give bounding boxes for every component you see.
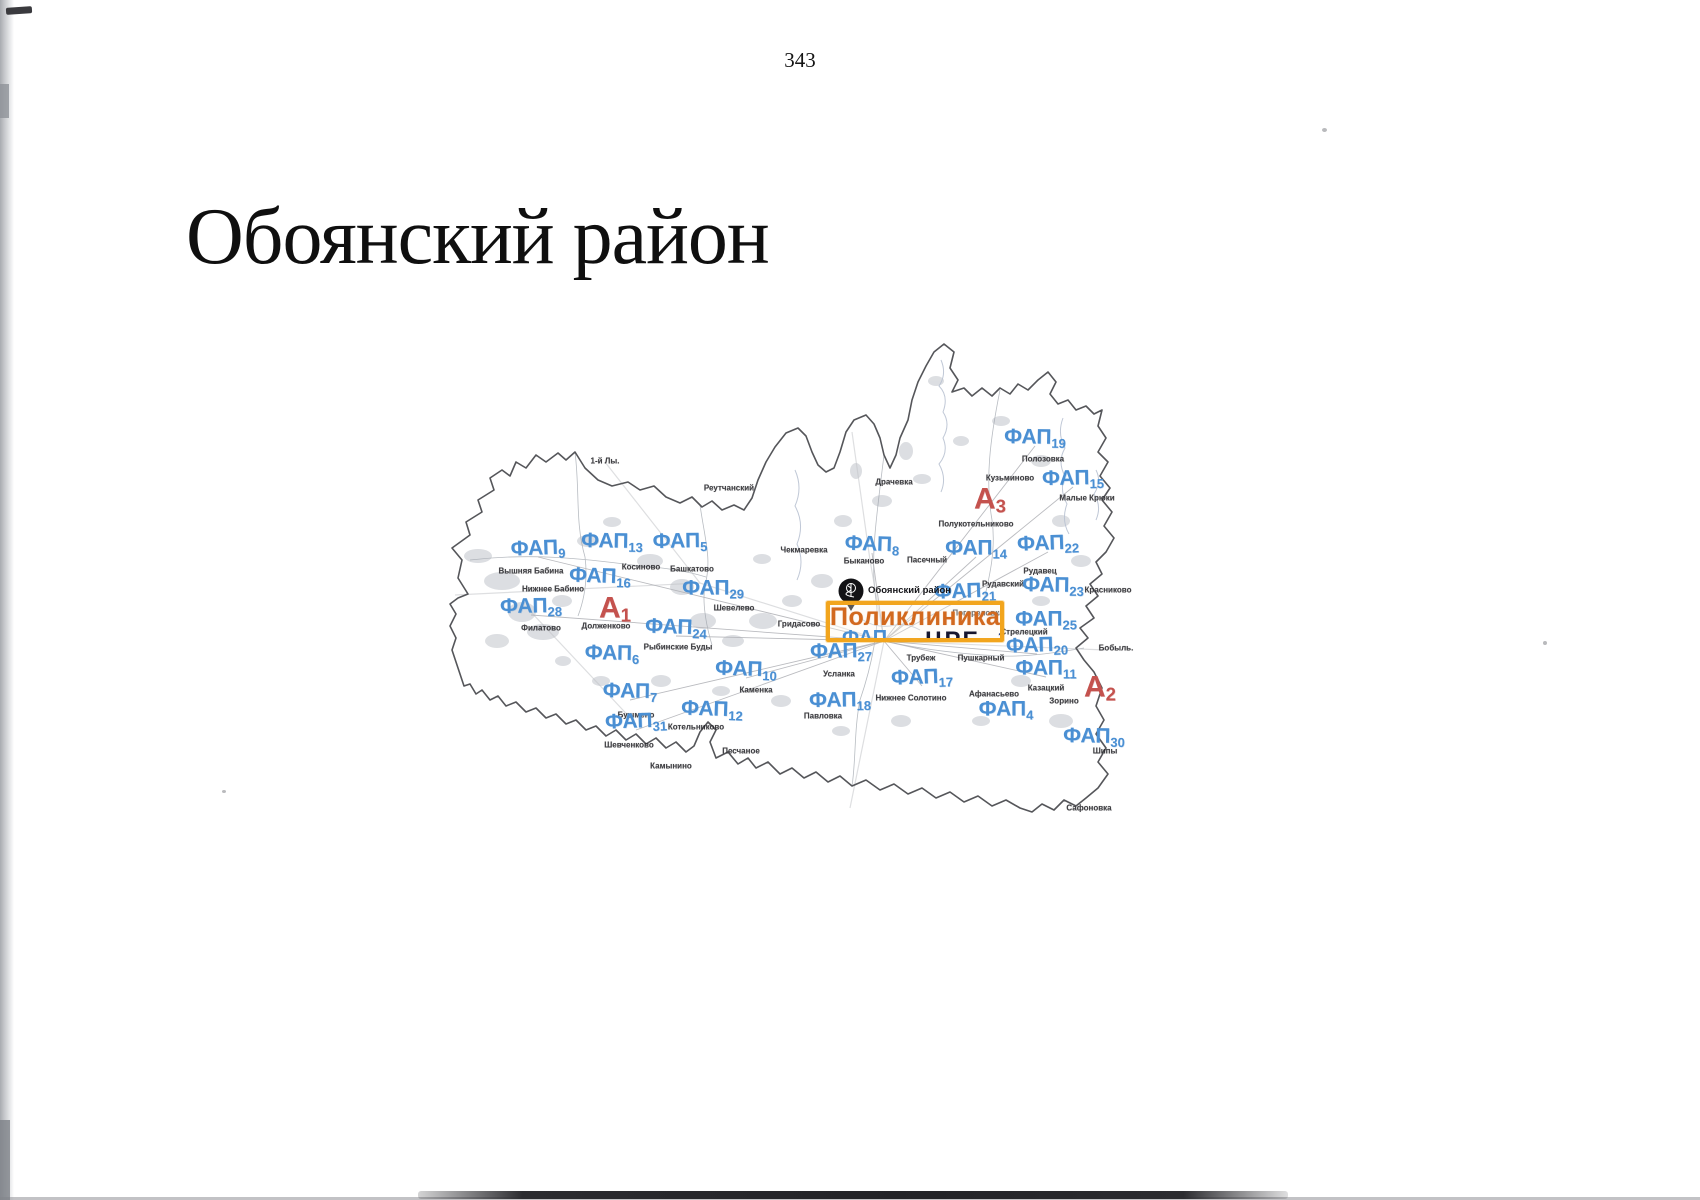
fap-label-24: ФАП24 xyxy=(645,614,708,641)
fap-label-30: ФАП30 xyxy=(1063,724,1125,750)
placename-12: Башкатово xyxy=(670,565,714,574)
ambulatory-label-2: А2 xyxy=(1084,671,1116,706)
placename-29: Казацкий xyxy=(1028,684,1065,693)
fap-label-27: ФАП27 xyxy=(810,639,872,665)
placename-0: 1-й Лы. xyxy=(591,457,620,466)
fap-label-18: ФАП18 xyxy=(809,688,871,714)
scan-speck xyxy=(1322,128,1327,132)
fap-label-29: ФАП29 xyxy=(682,577,744,602)
placename-32: Зорино xyxy=(1049,697,1078,706)
scan-bottom-smear xyxy=(418,1191,1288,1199)
placename-26: Пушкарный xyxy=(958,654,1005,663)
placename-22: Рыбинские Буды xyxy=(644,643,713,652)
polyclinic-clipped-row: ФАП26 ЦРБ 16 xyxy=(830,627,1000,642)
placename-25: Трубеж xyxy=(907,654,936,663)
scan-edge-mark-top xyxy=(0,84,9,118)
fap-label-16: ФАП16 xyxy=(569,563,632,590)
fap-label-12: ФАП12 xyxy=(681,696,744,723)
fap-label-26: ФАП26 xyxy=(842,627,901,642)
placename-28: Каменка xyxy=(739,686,772,695)
fap-label-28: ФАП28 xyxy=(500,594,562,620)
placename-6: Полукотельниково xyxy=(938,520,1013,529)
page-number: 343 xyxy=(760,48,840,73)
placename-1: Реутчанский xyxy=(704,484,754,493)
district-map: 1-й Лы. Реутчанский Драчевка Полозовка Кузьм… xyxy=(430,315,1140,820)
scan-corner-mark xyxy=(6,6,32,15)
fap-label-17: ФАП17 xyxy=(891,664,954,691)
placename-9: Пасечный xyxy=(907,556,947,565)
placename-37: Песчаное xyxy=(722,747,760,756)
fap-label-25: ФАП25 xyxy=(1015,608,1077,633)
ambulatory-label-1: А1 xyxy=(599,592,631,627)
fap-label-6: ФАП6 xyxy=(584,641,639,667)
placename-16: Красниково xyxy=(1085,586,1132,595)
ambulatory-label-3: А3 xyxy=(974,483,1006,518)
map-labels-layer: 1-й Лы. Реутчанский Драчевка Полозовка Кузьм… xyxy=(430,315,1140,820)
placename-7: Чекмаревка xyxy=(780,546,827,555)
scan-edge-mark-bottom xyxy=(0,1120,10,1200)
fap-label-10: ФАП10 xyxy=(715,656,778,683)
placename-31: Нижнее Солотино xyxy=(875,694,946,703)
placename-24: Бобыль. xyxy=(1099,644,1134,653)
fap-label-22: ФАП22 xyxy=(1017,530,1080,557)
fap-label-9: ФАП9 xyxy=(510,536,565,563)
placename-4: Кузьминово xyxy=(986,474,1034,483)
scanned-document-page: 343 Обоянский район xyxy=(0,0,1700,1200)
placename-27: Усланка xyxy=(823,670,855,679)
scan-speck xyxy=(1543,641,1547,645)
polyclinic-highlight-box: Поликлиника ФАП26 ЦРБ 16 xyxy=(826,601,1004,642)
placename-10: Вышняя Бабина xyxy=(498,567,563,576)
fap-label-13: ФАП13 xyxy=(581,529,643,555)
placename-17: Шевелево xyxy=(714,604,755,613)
fap-label-19: ФАП19 xyxy=(1004,425,1066,451)
fap-label-31: ФАП31 xyxy=(605,708,668,735)
placename-21: Филатово xyxy=(521,624,561,633)
crb-label: ЦРБ xyxy=(925,627,982,642)
page-title: Обоянский район xyxy=(186,192,769,283)
placename-8: Быканово xyxy=(844,557,884,566)
placename-38: Камынино xyxy=(650,762,692,771)
fap-label-7: ФАП7 xyxy=(602,679,657,705)
scan-edge-strip xyxy=(0,0,14,1200)
placename-2: Драчевка xyxy=(875,478,912,487)
fap-label-23: ФАП23 xyxy=(1022,573,1084,599)
scan-speck xyxy=(222,790,226,793)
fap-label-11: ФАП11 xyxy=(1015,657,1076,682)
district-logo-label: Обоянский район xyxy=(868,585,951,596)
fap-label-14: ФАП14 xyxy=(945,537,1007,562)
fap-label-4: ФАП4 xyxy=(979,698,1034,723)
fap-label-15: ФАП15 xyxy=(1042,466,1104,492)
placename-18: Гридасово xyxy=(778,620,821,629)
fap-label-5: ФАП5 xyxy=(652,529,707,555)
placename-36: Шевченково xyxy=(604,741,654,750)
fap-label-8: ФАП8 xyxy=(844,532,899,559)
placename-5: Малые Крюки xyxy=(1059,494,1114,503)
fap-label-20: ФАП20 xyxy=(1006,632,1069,659)
placename-35: Котельниково xyxy=(668,723,724,732)
crb-number: 16 xyxy=(998,630,1004,642)
placename-40: Сафоновка xyxy=(1066,804,1111,813)
placename-3: Полозовка xyxy=(1022,455,1064,464)
